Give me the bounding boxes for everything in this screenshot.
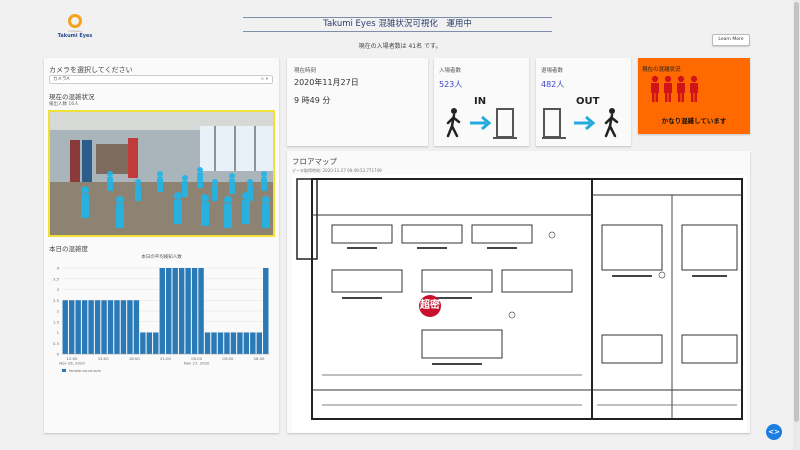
density-stamp: 超密 (419, 295, 441, 317)
chart-bar (204, 332, 211, 354)
legend-label: female-count-sum (69, 369, 102, 373)
chart-bar (256, 332, 263, 354)
floor-map-card: フロアマップ データ取得時刻: 2020-11-27 09:49:53.7717… (287, 151, 750, 433)
x-tick-label: 15:00 (98, 356, 110, 361)
camera-select-value: カメラA (53, 77, 70, 82)
scrollbar-thumb[interactable] (794, 2, 799, 422)
chart-bar (211, 332, 217, 354)
y-tick-label: 2.5 (53, 298, 60, 303)
chart-bar (62, 300, 68, 354)
chart-bar (178, 268, 185, 354)
chart-bar (133, 300, 140, 354)
exit-value: 482人 (541, 80, 565, 89)
y-tick-label: 0 (57, 352, 60, 357)
chart-bar (101, 300, 107, 354)
avg-detection-bar-chart: 0 0.5 1 1.5 2 2.5 3 3.5 4 12:00 Nov 26, 2020 15:00 1… (53, 266, 269, 373)
exit-count-card: 退場者数 482人 OUT (536, 58, 631, 146)
y-tick-label: 3.5 (53, 276, 60, 281)
chart-bar (172, 268, 178, 354)
chart-title: 本日の平均検知人数 (141, 255, 182, 260)
exit-label: 退場者数 (541, 68, 564, 74)
x-tick-label: 12:00 Nov 26, 2020 (59, 356, 85, 366)
enter-door-icon (446, 108, 517, 139)
chart-bar (120, 300, 127, 354)
y-tick-label: 1.5 (53, 319, 60, 324)
chart-bar (81, 300, 88, 354)
y-tick-label: 1 (57, 330, 60, 335)
crowd-status-message: かなり混雑しています (661, 117, 727, 125)
logo-name: Takumi Eyes (57, 33, 93, 39)
x-tick-label: 00:00 Nov 27, 2020 (184, 356, 210, 366)
chart-bar (94, 300, 101, 354)
chart-bar (159, 268, 165, 354)
detected-count: 検出人数 16人 (49, 102, 79, 107)
chart-bar (191, 268, 198, 354)
chart-bar (68, 300, 75, 354)
chart-bar (75, 300, 81, 354)
camera-panel: カメラを選択してください カメラA × ▾ 現在の混雑状況 検出人数 16人 本… (44, 58, 279, 433)
chart-bar (250, 332, 256, 354)
x-tick-label: 06:00 (254, 356, 266, 361)
crowd-people-icon (651, 75, 698, 102)
legend-swatch (62, 369, 66, 372)
chart-bar (185, 268, 191, 354)
entry-label: 入場者数 (439, 68, 462, 74)
camera-feed (48, 110, 275, 237)
floating-toggle-button[interactable]: <> (766, 424, 782, 440)
time-label: 現在時刻 (294, 68, 317, 74)
x-tick-label: 03:00 (222, 356, 234, 361)
chart-bar (237, 332, 243, 354)
y-tick-label: 2 (57, 309, 60, 314)
floor-map-image: 超密 (292, 175, 747, 432)
code-brackets-icon: <> (768, 428, 780, 436)
page-title: Takumi Eyes 混雑状況可視化 運用中 (243, 17, 552, 32)
chart-bar (107, 300, 114, 354)
page-scrollbar[interactable] (793, 0, 800, 450)
crowd-status-card: 現在の混雑状況 かなり混雑しています (638, 58, 750, 134)
current-visitors-text: 現在の入場者数は 41名 です。 (358, 43, 442, 50)
clear-dropdown-icon[interactable]: × ▾ (261, 76, 268, 83)
floor-plan-drawing (296, 178, 743, 420)
y-tick-label: 4 (57, 266, 60, 271)
chart-bar (217, 332, 224, 354)
y-tick-label: 0.5 (53, 341, 60, 346)
chart-bar (146, 332, 153, 354)
x-tick-label: 21:00 (160, 356, 172, 361)
camera-select[interactable]: カメラA × ▾ (49, 75, 273, 84)
entry-value: 523人 (439, 80, 463, 89)
current-time: 9 時49 分 (294, 96, 331, 105)
chart-bar (114, 300, 120, 354)
chart-bar (224, 332, 230, 354)
chart-bar (198, 268, 204, 354)
time-card: 現在時刻 2020年11月27日 9 時49 分 (287, 58, 428, 146)
chart-section-heading: 本日の混雑度 (49, 245, 88, 253)
chart-bar (88, 300, 94, 354)
camera-feed-image (50, 112, 273, 235)
chart-bar (127, 300, 133, 354)
x-tick-label: 18:00 (129, 356, 141, 361)
data-timestamp: データ取得時刻: 2020-11-27 09:49:53.771749 (292, 168, 382, 173)
crowd-status-label: 現在の混雑状況 (642, 67, 681, 73)
chart-bar (153, 332, 159, 354)
entry-count-card: 入場者数 523人 IN (434, 58, 529, 146)
floor-map-label: フロアマップ (292, 157, 337, 166)
company-logo: company Takumi Eyes (55, 14, 95, 39)
chart-bar (166, 268, 172, 354)
logo-ring-icon (68, 14, 82, 28)
chart-bar (243, 332, 250, 354)
chart-bar (230, 332, 237, 354)
learn-more-button[interactable]: Learn More (712, 34, 750, 46)
chart-bar (140, 332, 146, 354)
y-tick-label: 3 (57, 287, 60, 292)
status-heading: 現在の混雑状況 (49, 93, 95, 101)
camera-select-label: カメラを選択してください (49, 66, 133, 74)
current-date: 2020年11月27日 (294, 78, 359, 87)
exit-door-icon (542, 108, 619, 139)
chart-bar (263, 268, 269, 354)
